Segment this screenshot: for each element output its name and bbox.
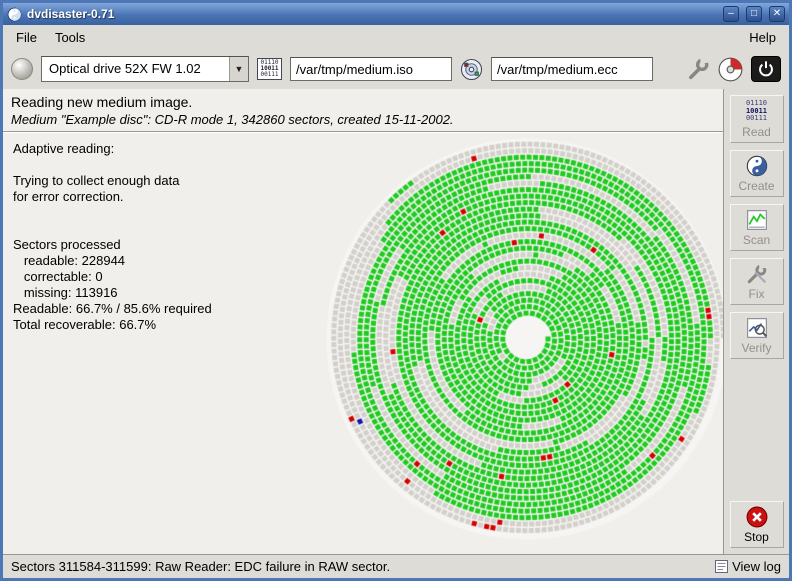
scan-button-label: Scan <box>743 233 770 247</box>
ecc-file-icon <box>460 58 483 81</box>
damaged-disc-icon <box>718 57 743 82</box>
status-headline: Reading new medium image. <box>11 94 715 110</box>
action-sidebar: 01110 10011 00111 Read Create <box>723 89 789 554</box>
drive-select-value: Optical drive 52X FW 1.02 <box>42 57 229 81</box>
read-button[interactable]: 01110 10011 00111 Read <box>730 95 784 143</box>
binary-icon: 01110 10011 00111 <box>746 100 767 123</box>
info-line <box>13 221 212 237</box>
info-line: Trying to collect enough data <box>13 173 212 189</box>
fix-button-label: Fix <box>749 287 765 301</box>
verify-chart-icon <box>746 317 768 339</box>
menubar: File Tools Help <box>3 25 789 49</box>
drive-select[interactable]: Optical drive 52X FW 1.02 ▼ <box>41 56 249 82</box>
power-icon <box>757 60 775 78</box>
quit-button[interactable] <box>751 56 781 82</box>
stop-icon <box>746 506 768 528</box>
dvdisaster-disc-button[interactable] <box>718 57 743 82</box>
medium-info: Medium "Example disc": CD-R mode 1, 3428… <box>11 110 715 127</box>
info-line: Total recoverable: 66.7% <box>13 317 212 333</box>
stop-button-label: Stop <box>744 530 769 544</box>
binary-row: 00111 <box>260 72 278 78</box>
minimize-button[interactable]: – <box>723 6 739 22</box>
create-button-label: Create <box>738 179 774 193</box>
image-file-icon: 01110 10011 00111 <box>257 58 282 80</box>
fix-button[interactable]: Fix <box>730 258 784 305</box>
info-line: correctable: 0 <box>13 269 212 285</box>
menu-help[interactable]: Help <box>740 27 785 48</box>
info-line: Readable: 66.7% / 85.6% required <box>13 301 212 317</box>
info-line: readable: 228944 <box>13 253 212 269</box>
window-title: dvdisaster-0.71 <box>27 7 716 21</box>
info-line: Sectors processed <box>13 237 212 253</box>
drive-icon <box>11 58 33 80</box>
toolbar: Optical drive 52X FW 1.02 ▼ 01110 10011 … <box>3 49 789 89</box>
app-icon <box>7 7 22 22</box>
statusbar: Sectors 311584-311599: Raw Reader: EDC f… <box>3 554 789 578</box>
info-line <box>13 157 212 173</box>
scan-chart-icon <box>746 209 768 231</box>
info-line <box>13 205 212 221</box>
titlebar: dvdisaster-0.71 – □ ✕ <box>3 3 789 25</box>
work-area: Adaptive reading: Trying to collect enou… <box>3 133 723 554</box>
scan-button[interactable]: Scan <box>730 204 784 251</box>
app-window: dvdisaster-0.71 – □ ✕ File Tools Help Op… <box>0 0 792 581</box>
status-message: Sectors 311584-311599: Raw Reader: EDC f… <box>11 559 709 574</box>
ecc-path-input[interactable] <box>491 57 653 81</box>
status-block: Reading new medium image. Medium "Exampl… <box>3 89 723 131</box>
create-button[interactable]: Create <box>730 150 784 197</box>
preferences-button[interactable] <box>686 57 710 81</box>
read-button-label: Read <box>742 125 771 139</box>
reading-info: Adaptive reading: Trying to collect enou… <box>13 141 212 333</box>
iso-path-input[interactable] <box>290 57 452 81</box>
main-panel: Reading new medium image. Medium "Exampl… <box>3 89 723 554</box>
tools-icon <box>746 263 768 285</box>
verify-button-label: Verify <box>741 341 771 355</box>
verify-button[interactable]: Verify <box>730 312 784 359</box>
content: Reading new medium image. Medium "Exampl… <box>3 89 789 554</box>
stop-button[interactable]: Stop <box>730 501 784 548</box>
info-line: for error correction. <box>13 189 212 205</box>
wrench-icon <box>686 57 710 81</box>
close-button[interactable]: ✕ <box>769 6 785 22</box>
chevron-down-icon[interactable]: ▼ <box>229 57 248 81</box>
log-icon <box>715 560 728 573</box>
info-line: Adaptive reading: <box>13 141 212 157</box>
menu-file[interactable]: File <box>7 27 46 48</box>
binary-row: 00111 <box>746 115 767 123</box>
yin-yang-icon <box>746 155 768 177</box>
info-line: missing: 113916 <box>13 285 212 301</box>
maximize-button[interactable]: □ <box>746 6 762 22</box>
view-log-label: View log <box>732 559 781 574</box>
view-log-button[interactable]: View log <box>715 559 781 574</box>
menu-tools[interactable]: Tools <box>46 27 94 48</box>
